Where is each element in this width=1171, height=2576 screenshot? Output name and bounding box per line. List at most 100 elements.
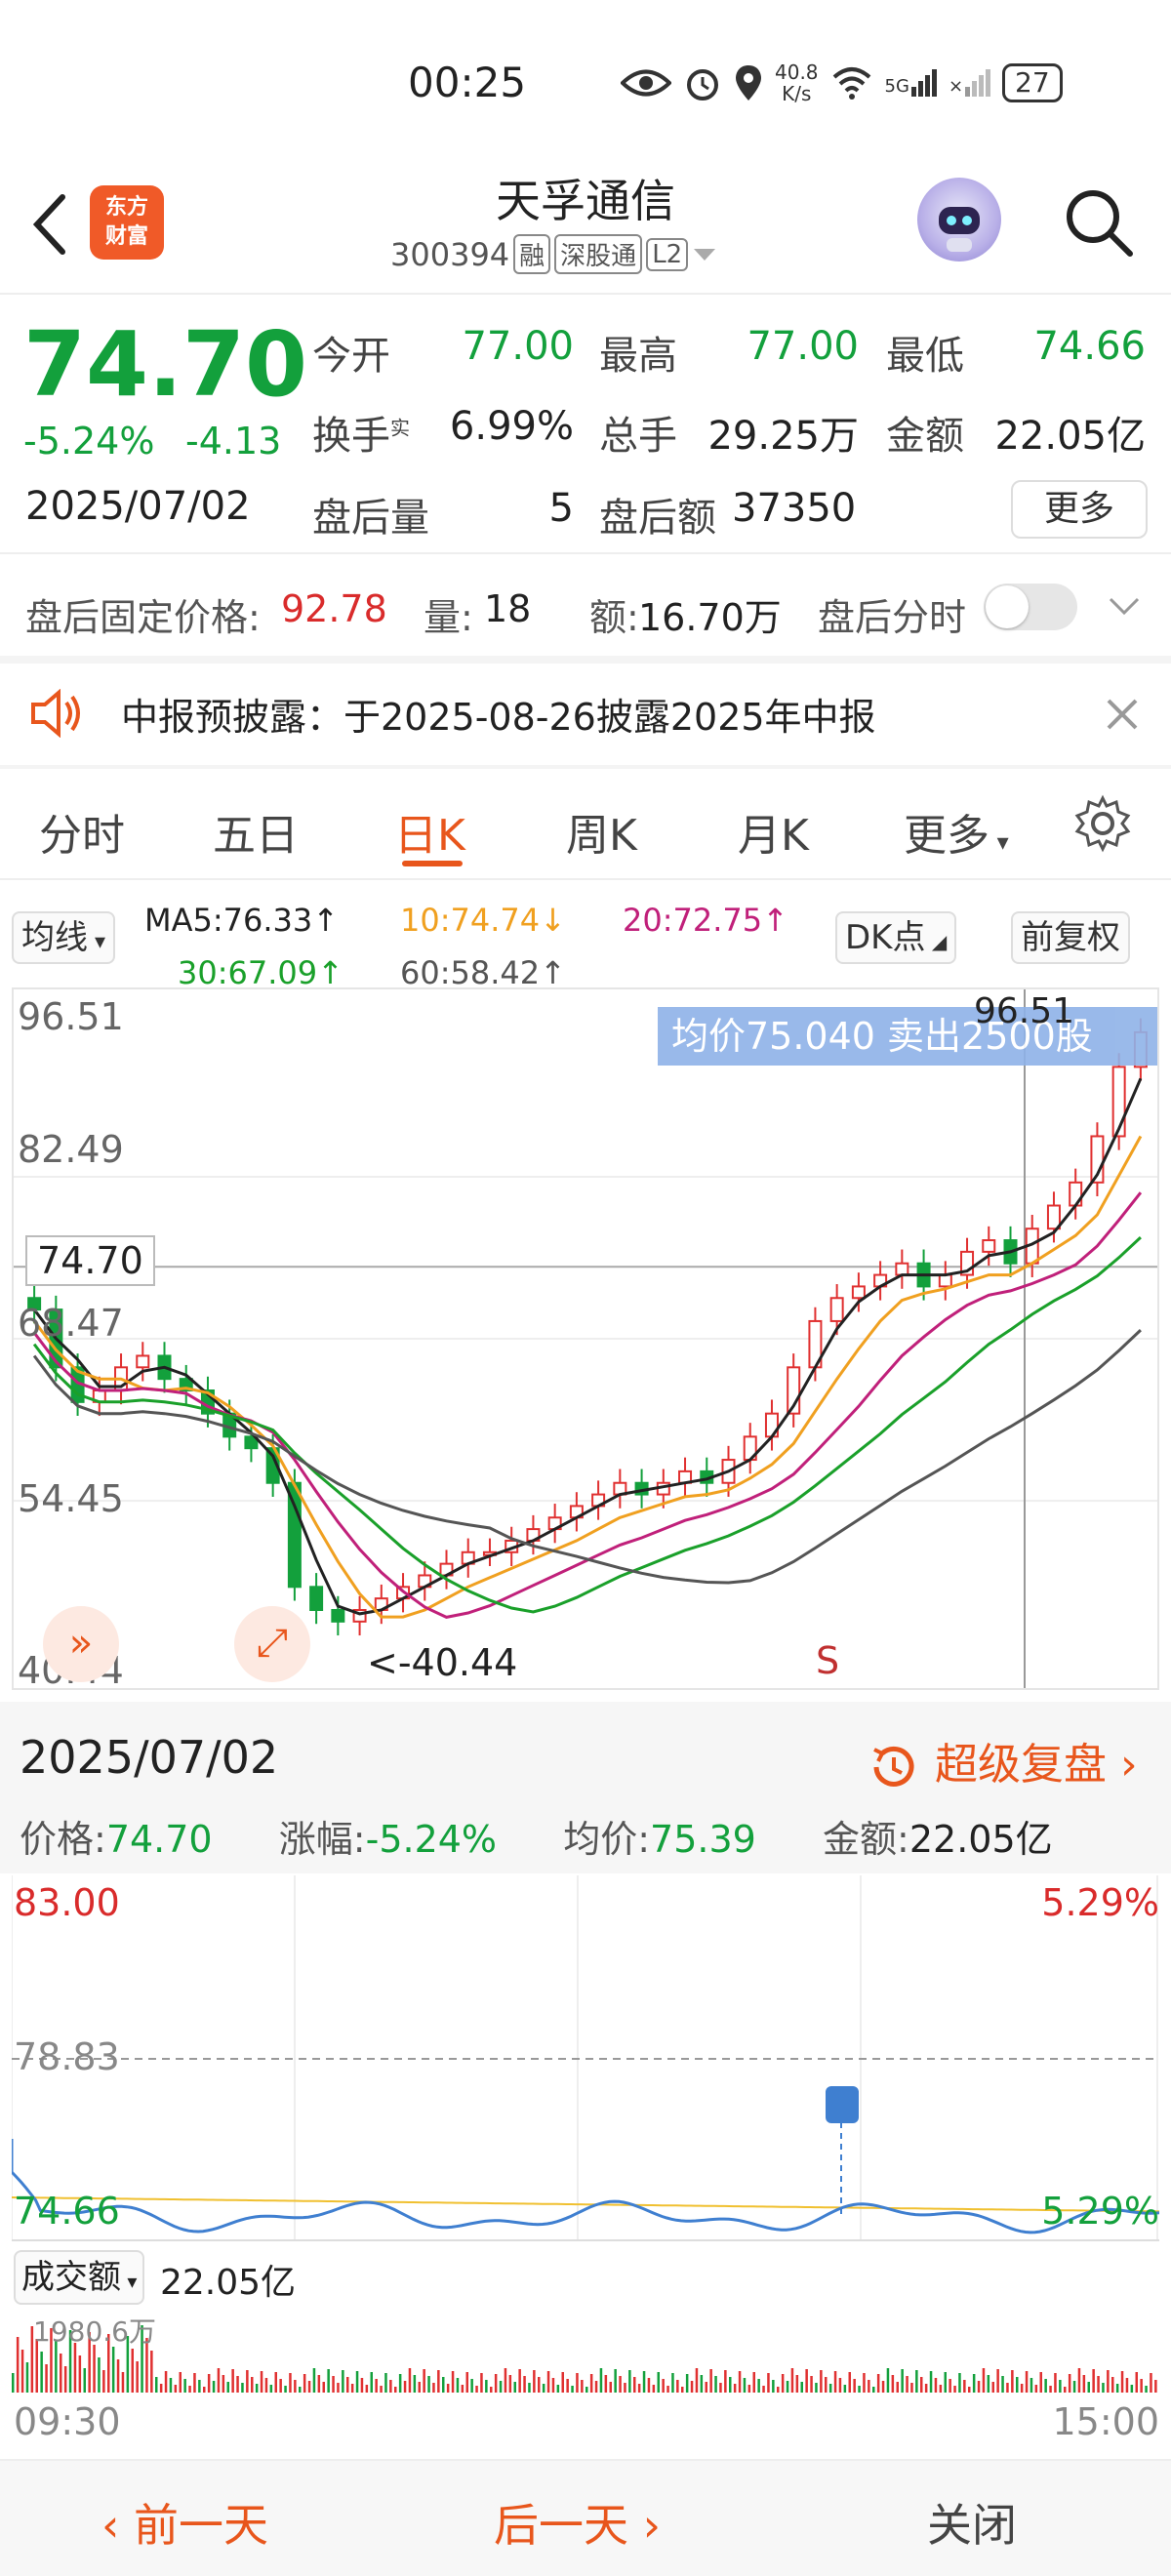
after-hours-toggle[interactable] (984, 584, 1077, 630)
volume-bar (355, 2371, 359, 2393)
fullscreen-button[interactable]: ⤢ (234, 1606, 310, 1682)
stock-code-row[interactable]: 300394 融 深股通 L2 (390, 234, 717, 274)
next-day-button[interactable]: 后一天 › (494, 2490, 661, 2555)
volume-bar (724, 2370, 727, 2393)
volume-bar (881, 2381, 885, 2393)
super-replay-button[interactable]: 超级复盘 › (867, 1729, 1138, 1794)
tab-weekly-k[interactable]: 周K (566, 800, 637, 863)
volume-bar (968, 2387, 971, 2393)
volume-bar (60, 2354, 62, 2393)
candle-body (938, 1273, 952, 1288)
tab-daily-k[interactable]: 日K (394, 800, 465, 863)
volume-bar (269, 2385, 273, 2393)
volume-bar (637, 2384, 641, 2393)
bottom-nav: ‹ 前一天 后一天 › 关闭 (0, 2459, 1171, 2576)
search-icon[interactable] (1060, 183, 1138, 262)
volume-bar (461, 2385, 464, 2393)
volume-bar (896, 2382, 899, 2393)
volume-bar (901, 2369, 904, 2393)
volume-bar (1082, 2375, 1086, 2393)
volume-bar (303, 2374, 306, 2393)
volume-bar (403, 2381, 407, 2393)
volume-bar (179, 2372, 182, 2393)
volume-bar (815, 2383, 818, 2393)
alarm-icon (687, 69, 718, 101)
volume-bar (886, 2368, 890, 2393)
volume-bar (504, 2368, 507, 2393)
volume-bar (977, 2381, 981, 2393)
volume-bar (872, 2387, 875, 2393)
volume-bar (820, 2370, 823, 2393)
close-icon[interactable] (1105, 697, 1140, 732)
volume-bar (1049, 2386, 1052, 2393)
volume-selector[interactable]: 成交额 ▾ (14, 2250, 145, 2305)
adjustment-selector[interactable]: 前复权 (1011, 911, 1130, 964)
volume-bar (843, 2385, 847, 2393)
chevron-down-icon (694, 248, 716, 261)
volume-bar (317, 2375, 321, 2393)
volume-bar (915, 2370, 918, 2393)
volume-bar (586, 2387, 588, 2393)
intraday-chart[interactable]: 83.00 78.83 74.66 5.29% 5.29% 成交额 ▾ 22.0… (10, 1875, 1160, 2510)
settings-gear-icon[interactable] (1073, 794, 1132, 853)
volume-bar (690, 2381, 694, 2393)
after-hours-volume-value: 5 (548, 486, 574, 531)
low-value: 74.66 (1033, 324, 1146, 369)
notice-bar[interactable]: 中报预披露：于2025-08-26披露2025年中报 (0, 664, 1171, 761)
chevron-down-icon[interactable] (1107, 595, 1142, 619)
previous-day-button[interactable]: ‹ 前一天 (101, 2490, 268, 2555)
volume-bar (1001, 2376, 1004, 2393)
volume-bar (786, 2381, 789, 2393)
volume-bar (289, 2373, 292, 2393)
volume-bar (342, 2370, 344, 2393)
wifi-icon (832, 67, 870, 100)
more-button[interactable]: 更多 (1011, 480, 1148, 539)
fixed-price-label: 盘后固定价格: (25, 596, 261, 639)
change-percent: -5.24% (23, 420, 155, 463)
eye-icon (621, 69, 671, 97)
assistant-robot-avatar[interactable] (917, 178, 1001, 262)
volume-bar (924, 2384, 928, 2393)
volume-bar (150, 2351, 153, 2393)
volume-bar (365, 2385, 369, 2393)
volume-bar (475, 2386, 478, 2393)
volume-bar (581, 2380, 584, 2393)
volume-bar (571, 2386, 574, 2393)
volume-bar (738, 2371, 742, 2393)
volume-bar (226, 2382, 229, 2393)
volume-bar (1077, 2368, 1081, 2393)
history-clock-icon (873, 1746, 914, 1787)
volume-bar (518, 2369, 521, 2393)
volume-bar (360, 2378, 364, 2393)
tab-more[interactable]: 更多 ▾ (904, 800, 1009, 863)
after-hours-row: 盘后固定价格: 92.78 量: 18 额: 16.70万 盘后分时 (0, 566, 1171, 654)
volume-bar (241, 2383, 244, 2393)
expand-indicators-button[interactable]: » (43, 1606, 119, 1682)
volume-bar (929, 2371, 933, 2393)
volume-bar (1039, 2372, 1042, 2393)
detail-line: 价格:74.70 涨幅:-5.24% 均价:75.39 金额:22.05亿 (20, 1818, 1053, 1861)
high-label: 最高 (599, 334, 677, 379)
tag-shenzhen-connect: 深股通 (554, 234, 643, 274)
tab-monthly-k[interactable]: 月K (738, 800, 809, 863)
volume-bar (944, 2372, 947, 2393)
volume-bar (231, 2369, 234, 2393)
ma-selector[interactable]: 均线 ▾ (12, 911, 116, 964)
volume-bar (442, 2377, 445, 2393)
volume-bar (499, 2381, 503, 2393)
tab-intraday[interactable]: 分时 (39, 800, 125, 863)
close-button[interactable]: 关闭 (927, 2490, 1017, 2555)
volume-bar (652, 2385, 656, 2393)
volume-scale: 1980.6万 (33, 2315, 156, 2348)
kline-chart[interactable]: 96.51 82.49 68.47 54.45 40.44 74.70 均价75… (12, 987, 1159, 1690)
volume-bar (1034, 2385, 1038, 2393)
volume-bar (193, 2373, 196, 2393)
volume-bar (685, 2374, 689, 2393)
volume-bar (700, 2375, 704, 2393)
signal-weak-icon: × (949, 69, 991, 97)
fixed-qty-label: 量: (424, 596, 473, 639)
volume-bar (45, 2364, 48, 2393)
tab-five-day[interactable]: 五日 (213, 800, 299, 863)
volume-bar (246, 2370, 249, 2393)
dk-point-selector[interactable]: DK点 ◢ (835, 911, 957, 964)
